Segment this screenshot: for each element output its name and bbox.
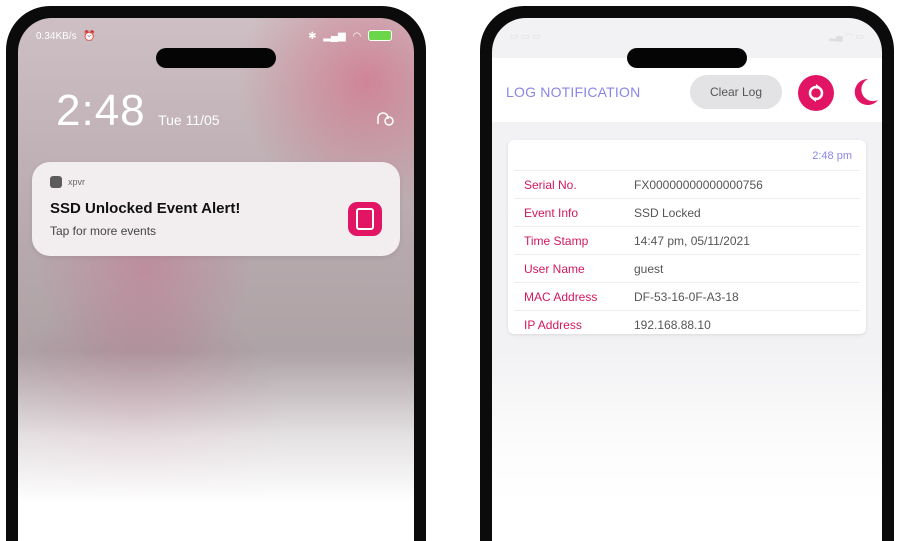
moon-icon (854, 78, 878, 105)
row-value: FX00000000000000756 (634, 177, 763, 192)
phone-lock-screen: 0.34KB/s ⏰ ✱ ▂▄▆ ◠ 2:48 Tue 11/05 xpvr S… (6, 6, 426, 541)
row-value: guest (634, 261, 664, 276)
row-label: User Name (524, 261, 585, 276)
clear-log-button[interactable]: Clear Log (690, 75, 782, 109)
sync-icon (808, 84, 824, 102)
table-row: IP Address 192.168.88.10 (514, 311, 860, 339)
row-label: MAC Address (524, 289, 598, 304)
log-entry-time: 2:48 pm (812, 150, 852, 162)
notification-title: SSD Unlocked Event Alert! (50, 200, 241, 217)
page-title: LOG NOTIFICATION (506, 84, 641, 100)
row-value: DF-53-16-0F-A3-18 (634, 289, 739, 304)
row-label: Serial No. (524, 177, 577, 192)
alarm-icon: ⏰ (83, 30, 96, 42)
bottom-fade (18, 351, 414, 541)
table-row: Event Info SSD Locked (514, 199, 860, 227)
row-label: Event Info (524, 205, 579, 220)
row-value: SSD Locked (634, 205, 701, 220)
battery-icon (368, 30, 392, 42)
status-right: ▂▄ ◠ ▭ (829, 30, 864, 41)
signal-icon: ▂▄▆ (323, 30, 346, 42)
lock-date: Tue 11/05 (158, 112, 220, 128)
lock-icon[interactable] (376, 110, 394, 126)
notification-subtitle: Tap for more events (50, 224, 157, 238)
row-label: Time Stamp (524, 233, 589, 248)
table-row: User Name guest (514, 255, 860, 283)
status-bar: ▭ ▭ ▭ ▂▄ ◠ ▭ (510, 28, 864, 44)
table-row: MAC Address DF-53-16-0F-A3-18 (514, 283, 860, 311)
row-value: 14:47 pm, 05/11/2021 (634, 233, 750, 248)
lock-screen: 0.34KB/s ⏰ ✱ ▂▄▆ ◠ 2:48 Tue 11/05 xpvr S… (18, 18, 414, 541)
notification-app-name: xpvr (68, 177, 86, 187)
wifi-icon: ◠ (352, 30, 362, 42)
lock-time: 2:48 (56, 86, 146, 135)
notification-card[interactable]: xpvr SSD Unlocked Event Alert! Tap for m… (32, 162, 400, 256)
bluetooth-icon: ✱ (308, 30, 317, 42)
log-entry-card: 2:48 pm Serial No. FX00000000000000756 E… (508, 140, 866, 339)
status-bar: 0.34KB/s ⏰ ✱ ▂▄▆ ◠ (36, 28, 396, 44)
row-label: IP Address (524, 317, 582, 332)
sync-button[interactable] (798, 75, 834, 111)
ssd-app-icon (348, 202, 382, 236)
app-screen: ▭ ▭ ▭ ▂▄ ◠ ▭ LOG NOTIFICATION Clear Log … (492, 18, 882, 541)
camera-notch (627, 48, 747, 68)
camera-notch (156, 48, 276, 68)
table-row: Time Stamp 14:47 pm, 05/11/2021 (514, 227, 860, 255)
row-value: 192.168.88.10 (634, 317, 711, 332)
bottom-fade (492, 351, 882, 541)
log-entry-table: Serial No. FX00000000000000756 Event Inf… (514, 170, 860, 339)
app-small-icon (50, 176, 62, 188)
phone-app-screen: ▭ ▭ ▭ ▂▄ ◠ ▭ LOG NOTIFICATION Clear Log … (480, 6, 894, 541)
table-row: Serial No. FX00000000000000756 (514, 170, 860, 199)
notification-app-row: xpvr (50, 176, 85, 188)
network-speed: 0.34KB/s (36, 30, 77, 42)
theme-toggle-button[interactable] (846, 74, 882, 110)
status-left: ▭ ▭ ▭ (510, 30, 541, 41)
lock-clock: 2:48 Tue 11/05 (56, 86, 220, 136)
